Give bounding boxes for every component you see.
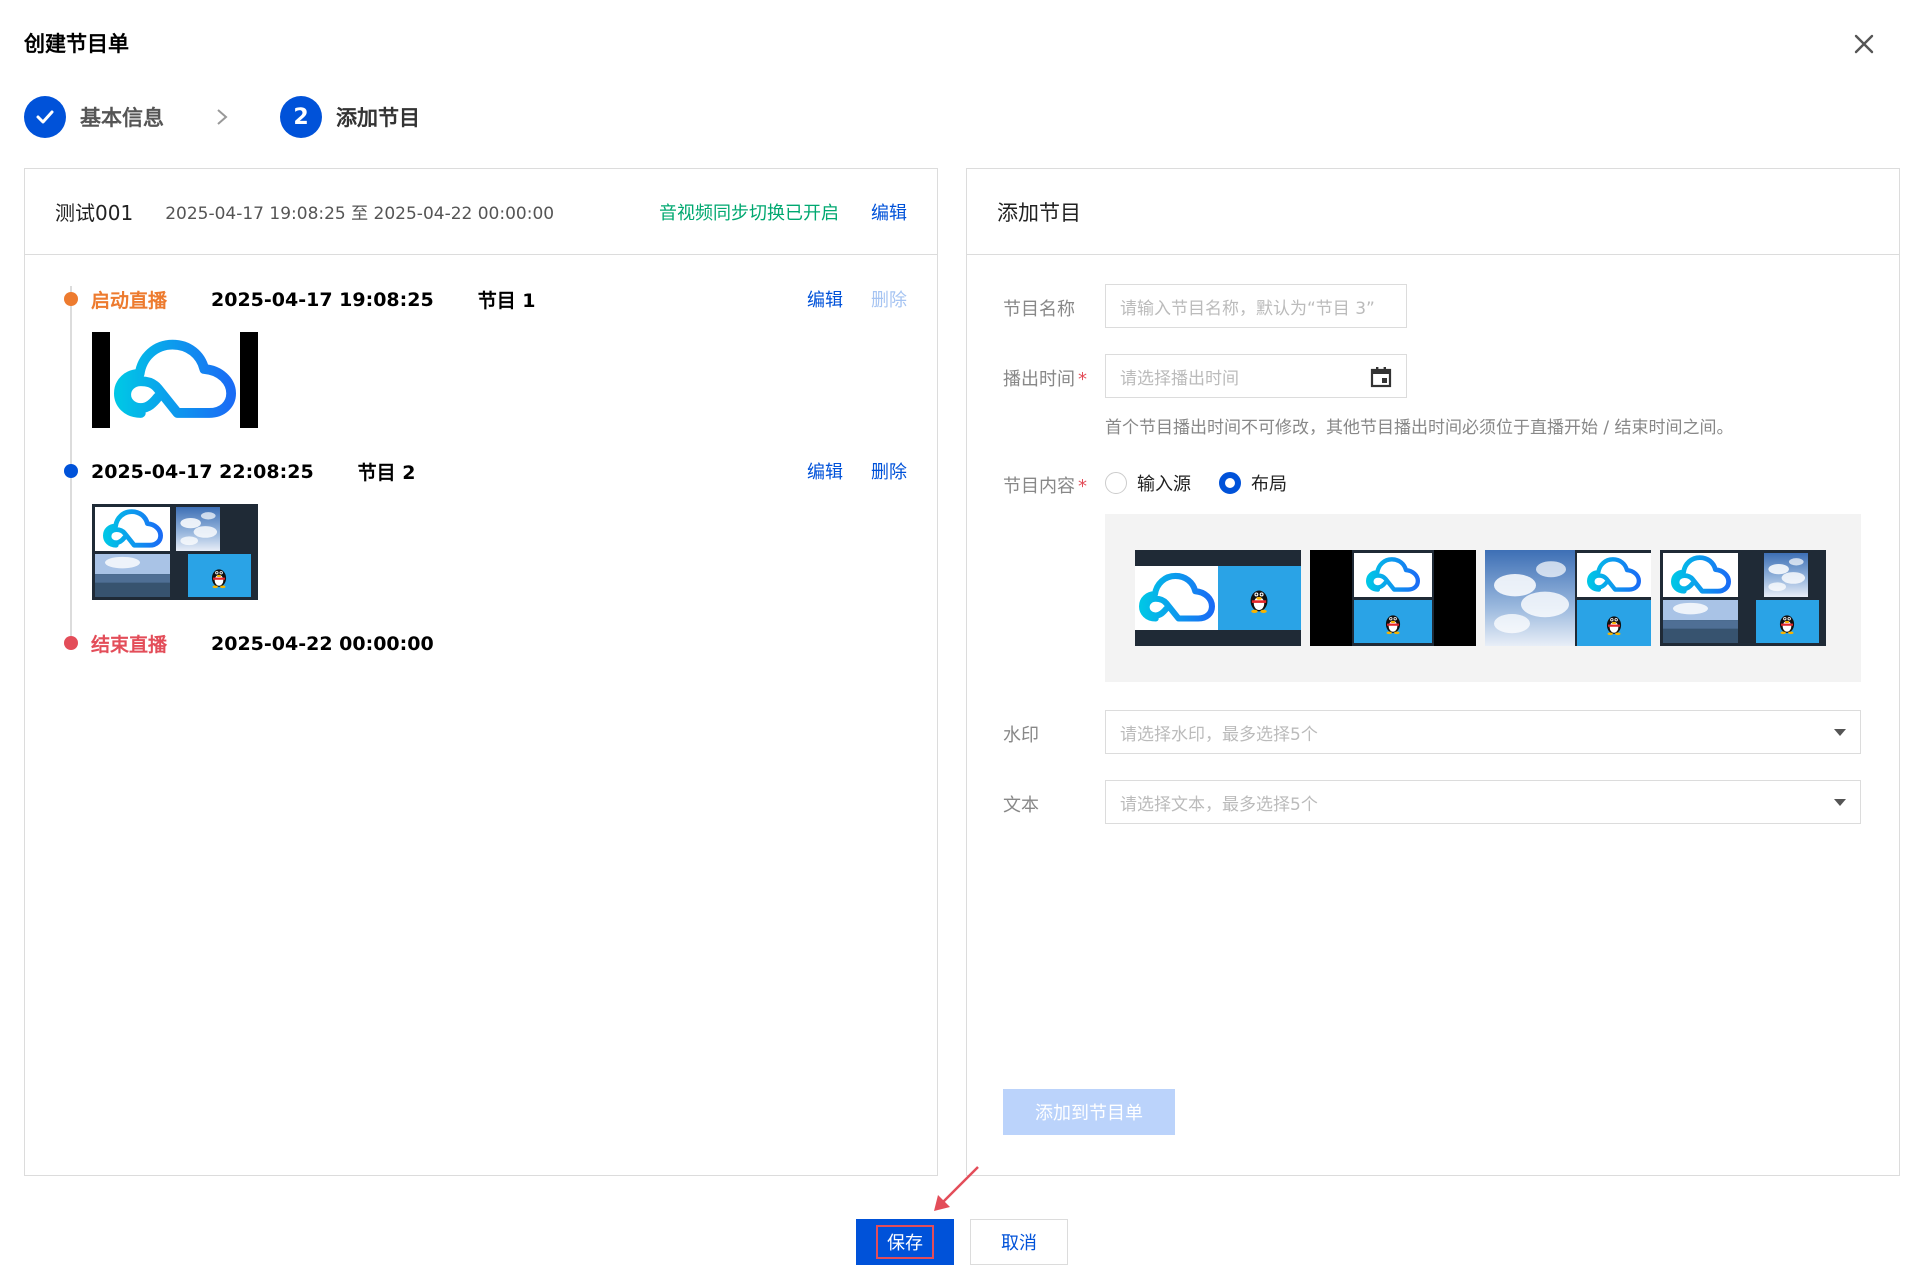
sea-image-icon xyxy=(1663,600,1738,643)
steps-bar: 基本信息 2 添加节目 xyxy=(24,95,420,139)
layout-selector xyxy=(1105,514,1861,682)
program-2-time: 2025-04-17 22:08:25 xyxy=(91,460,314,483)
timeline-item-1: 启动直播 2025-04-17 19:08:25 节目 1 xyxy=(91,286,536,313)
chevron-right-icon xyxy=(217,109,228,125)
program-list-panel: 测试001 2025-04-17 19:08:25 至 2025-04-22 0… xyxy=(24,168,938,1176)
layout-option-2[interactable] xyxy=(1310,550,1476,646)
layout-option-4[interactable] xyxy=(1660,550,1826,646)
sky-image-icon xyxy=(176,507,220,551)
timeline-line xyxy=(70,286,72,636)
cloud-logo-icon xyxy=(114,336,236,424)
edit-playlist-button[interactable]: 编辑 xyxy=(871,199,907,225)
step-basic-info[interactable]: 基本信息 xyxy=(80,102,164,132)
air-time-picker[interactable]: 请选择播出时间 xyxy=(1105,354,1407,398)
program-2-name: 节目 2 xyxy=(357,462,416,484)
program-timeline: 启动直播 2025-04-17 19:08:25 节目 1 编辑 删除 2025… xyxy=(25,256,937,656)
add-program-header: 添加节目 xyxy=(967,169,1899,255)
save-button-label: 保存 xyxy=(876,1225,934,1259)
cloud-logo-icon xyxy=(1587,555,1641,595)
cloud-logo-icon xyxy=(103,508,163,550)
layout-option-3[interactable] xyxy=(1485,550,1651,646)
timeline-item-2: 2025-04-17 22:08:25 节目 2 xyxy=(91,458,416,485)
program-2-actions: 编辑 删除 xyxy=(807,458,907,484)
end-time: 2025-04-22 00:00:00 xyxy=(211,632,434,655)
program-list-header: 测试001 2025-04-17 19:08:25 至 2025-04-22 0… xyxy=(25,169,937,255)
air-time-label: 播出时间 * xyxy=(1003,369,1087,390)
timeline-item-end: 结束直播 2025-04-22 00:00:00 xyxy=(91,630,434,657)
close-icon[interactable] xyxy=(1850,30,1878,58)
penguin-icon xyxy=(1776,610,1798,635)
cloud-logo-icon xyxy=(1671,554,1731,596)
program-name-label: 节目名称 xyxy=(1003,299,1075,320)
av-sync-status: 音视频同步切换已开启 xyxy=(659,202,839,224)
step-number-badge: 2 xyxy=(280,96,322,138)
edit-program-1-button[interactable]: 编辑 xyxy=(807,286,843,312)
chevron-down-icon xyxy=(1834,799,1846,806)
step-done-check-icon xyxy=(24,96,66,138)
add-to-playlist-button[interactable]: 添加到节目单 xyxy=(1003,1089,1175,1135)
text-select[interactable]: 请选择文本，最多选择5个 xyxy=(1105,780,1861,824)
dialog-title: 创建节目单 xyxy=(24,32,129,56)
penguin-icon xyxy=(1382,610,1404,635)
program-1-time: 2025-04-17 19:08:25 xyxy=(211,288,434,311)
program-1-name: 节目 1 xyxy=(477,290,536,312)
edit-program-2-button[interactable]: 编辑 xyxy=(807,458,843,484)
penguin-icon xyxy=(1246,584,1272,614)
timeline-dot-start xyxy=(64,292,78,306)
chevron-down-icon xyxy=(1834,729,1846,736)
program-1-thumbnail[interactable] xyxy=(92,332,258,428)
playlist-time-range: 2025-04-17 19:08:25 至 2025-04-22 00:00:0… xyxy=(165,204,555,224)
add-program-panel: 添加节目 节目名称 请输入节目名称，默认为“节目 3” 播出时间 * 请选择播出时… xyxy=(966,168,1900,1176)
step-add-program: 添加节目 xyxy=(336,106,420,130)
program-2-thumbnail[interactable] xyxy=(92,504,258,600)
end-live-tag: 结束直播 xyxy=(91,634,168,656)
cloud-logo-icon xyxy=(1139,570,1215,626)
radio-layout[interactable]: 布局 xyxy=(1219,470,1287,496)
cancel-button[interactable]: 取消 xyxy=(970,1219,1068,1265)
watermark-select[interactable]: 请选择水印，最多选择5个 xyxy=(1105,710,1861,754)
timeline-dot-program-2 xyxy=(64,464,78,478)
delete-program-2-button[interactable]: 删除 xyxy=(871,458,907,484)
sky-image-icon xyxy=(1485,550,1575,646)
delete-program-1-button[interactable]: 删除 xyxy=(871,286,907,312)
air-time-hint: 首个节目播出时间不可修改，其他节目播出时间必须位于直播开始 / 结束时间之间。 xyxy=(1105,418,1734,438)
timeline-dot-end xyxy=(64,636,78,650)
text-label: 文本 xyxy=(1003,795,1039,816)
watermark-label: 水印 xyxy=(1003,725,1039,746)
penguin-icon xyxy=(1603,611,1625,636)
calendar-icon[interactable] xyxy=(1370,366,1392,388)
save-button[interactable]: 保存 xyxy=(856,1219,954,1265)
sea-image-icon xyxy=(95,554,170,597)
program-content-label: 节目内容 * xyxy=(1003,476,1087,497)
cloud-logo-icon xyxy=(1366,555,1420,595)
program-1-actions: 编辑 删除 xyxy=(807,286,907,312)
annotation-arrow-icon xyxy=(934,1166,979,1211)
playlist-name: 测试001 xyxy=(55,201,134,225)
start-live-tag: 启动直播 xyxy=(91,290,168,312)
radio-input-source[interactable]: 输入源 xyxy=(1105,470,1191,496)
penguin-icon xyxy=(208,564,230,589)
add-program-title: 添加节目 xyxy=(997,200,1081,225)
layout-option-1[interactable] xyxy=(1135,550,1301,646)
program-name-input[interactable]: 请输入节目名称，默认为“节目 3” xyxy=(1105,284,1407,328)
sky-image-icon xyxy=(1764,553,1808,597)
